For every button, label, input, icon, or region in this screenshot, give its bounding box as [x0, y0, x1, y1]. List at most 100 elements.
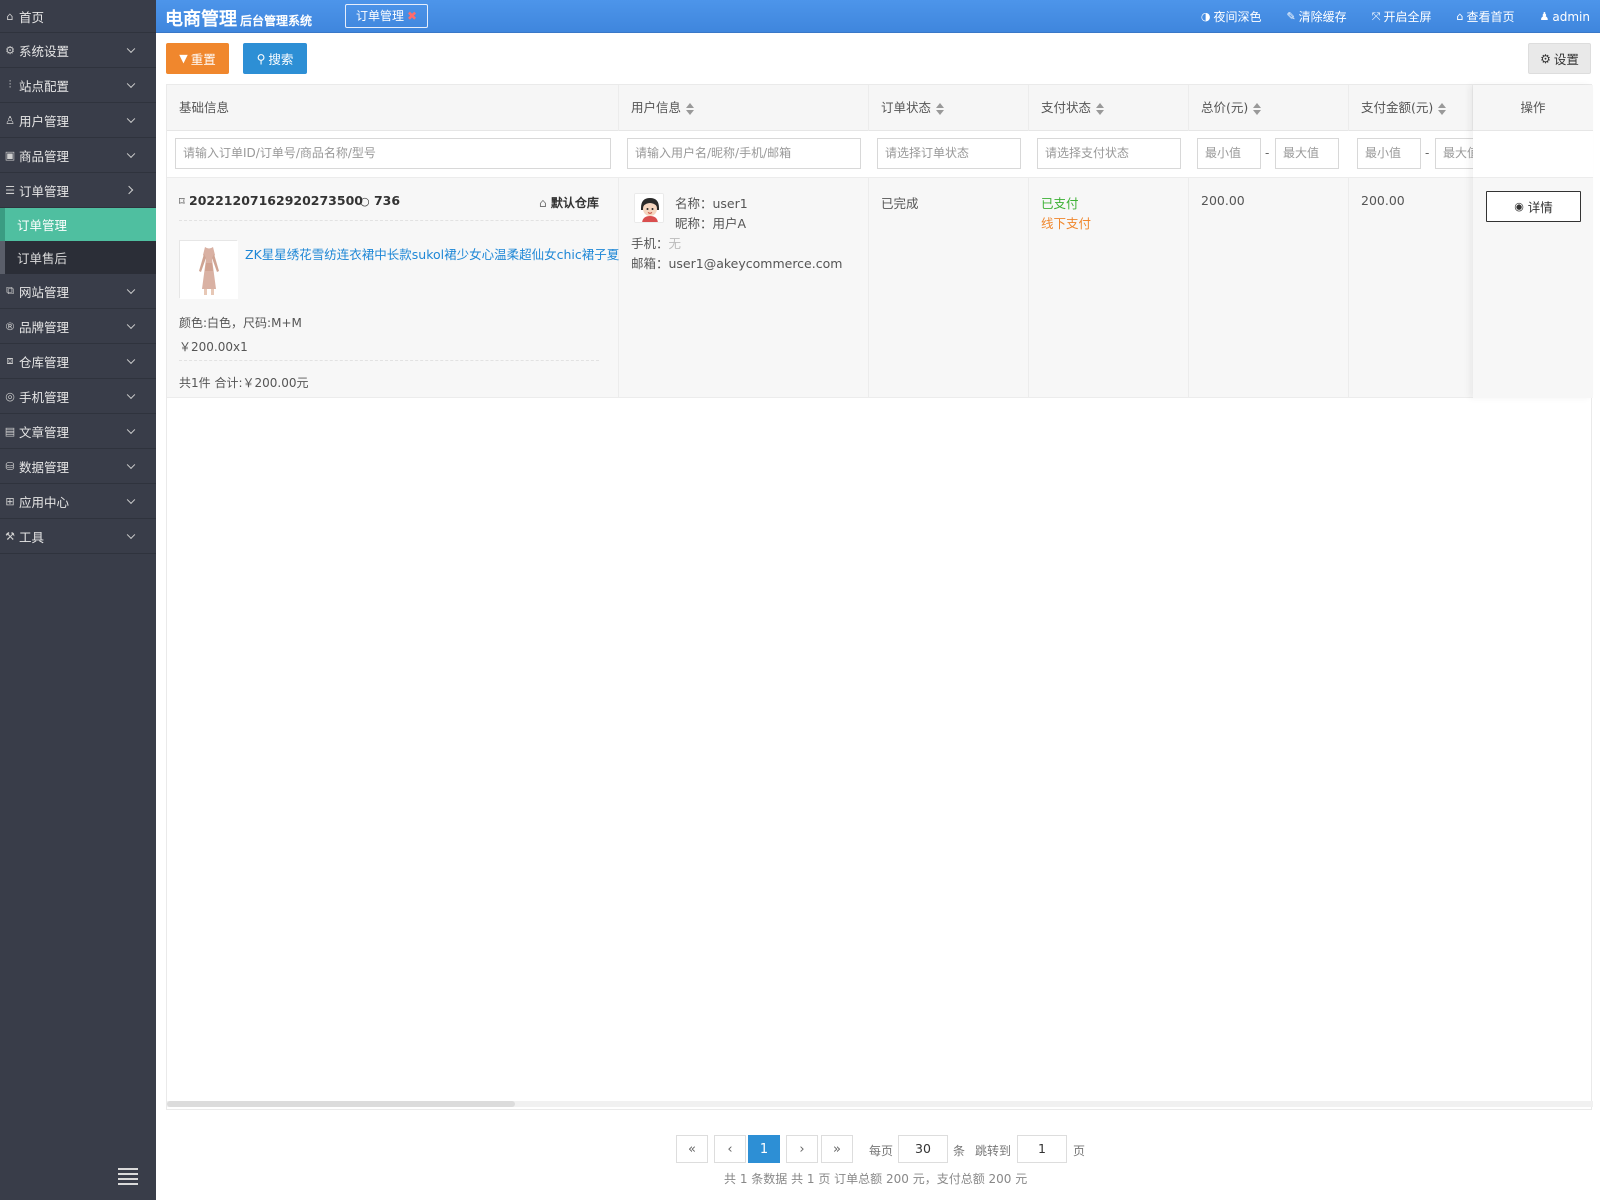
sidebar-item-tools[interactable]: ⚒ 工具 [0, 519, 156, 554]
sidebar-item-label: 网站管理 [19, 284, 70, 300]
prev-page-button[interactable]: ‹ [714, 1135, 746, 1163]
first-page-button[interactable]: « [676, 1135, 708, 1163]
pay-amount-min-input[interactable]: 最小值 [1357, 138, 1421, 169]
warehouse-icon: ⌂ [539, 196, 547, 210]
sidebar-item-data[interactable]: ⛁ 数据管理 [0, 449, 156, 484]
user-nickname: 昵称：用户A [675, 216, 747, 231]
clear-cache-button[interactable]: ✎ 清除缓存 [1286, 8, 1346, 25]
reset-button[interactable]: ▼ 重置 [166, 43, 229, 74]
pay-amount-max-input[interactable]: 最大值 [1435, 138, 1475, 169]
detail-button[interactable]: ◉ 详情 [1486, 191, 1581, 222]
user-info-search-input[interactable]: 请输入用户名/昵称/手机/邮箱 [627, 138, 861, 169]
sort-icon[interactable] [1096, 102, 1105, 115]
chevron-down-icon [126, 495, 136, 505]
scrollbar-thumb[interactable] [167, 1101, 515, 1107]
tools-icon: ⚒ [5, 529, 15, 543]
home-icon: ⌂ [1456, 10, 1464, 23]
search-button[interactable]: ⚲ 搜索 [243, 43, 307, 74]
pay-status: 已支付 [1041, 196, 1079, 211]
next-page-button[interactable]: › [786, 1135, 818, 1163]
table-header: 基础信息 用户信息 订单状态 支付状态 总价(元) 支付金额(元) [167, 85, 1593, 131]
product-thumbnail[interactable] [179, 240, 238, 299]
table-row: ⌑ 20221207162920273500 ○ 736 ⌂ 默认仓库 ZK星星… [167, 178, 1593, 398]
chevron-down-icon [126, 44, 136, 54]
product-price: ￥200.00x1 [179, 340, 248, 354]
sidebar-item-label: 用户管理 [19, 113, 70, 129]
sidebar-item-mobile[interactable]: ◎ 手机管理 [0, 379, 156, 414]
pay-amount: 200.00 [1361, 193, 1405, 208]
range-dash: - [1425, 146, 1430, 160]
sidebar-item-system-settings[interactable]: ⚙ 系统设置 [0, 33, 156, 68]
sidebar-item-home[interactable]: ⌂ 首页 [0, 0, 156, 33]
phone-label: 手机： [631, 236, 669, 251]
filter-row: 请输入订单ID/订单号/商品名称/型号 请输入用户名/昵称/手机/邮箱 请选择订… [167, 131, 1593, 178]
sidebar-item-orders[interactable]: ☰ 订单管理 [0, 173, 156, 208]
user-icon: ♟ [1539, 10, 1550, 23]
order-number: ⌑ 20221207162920273500 [179, 193, 363, 208]
sidebar-item-app-center[interactable]: ⊞ 应用中心 [0, 484, 156, 519]
sort-icon[interactable] [686, 102, 695, 115]
user-name: 名称：user1 [675, 196, 748, 211]
column-header-order-status[interactable]: 订单状态 [869, 85, 1029, 131]
sidebar-item-products[interactable]: ▣ 商品管理 [0, 138, 156, 173]
sidebar-subitem-order-management[interactable]: 订单管理 [0, 208, 156, 241]
column-header-pay-amount[interactable]: 支付金额(元) [1349, 85, 1473, 131]
sidebar-item-warehouse[interactable]: ⧈ 仓库管理 [0, 344, 156, 379]
fullscreen-button[interactable]: ⤧ 开启全屏 [1372, 8, 1432, 25]
document-icon: ▤ [4, 424, 16, 438]
close-icon[interactable]: ✖ [407, 9, 417, 23]
sidebar-subitem-after-sales[interactable]: 订单售后 [0, 241, 156, 274]
chevron-down-icon [126, 425, 136, 435]
total-price-min-input[interactable]: 最小值 [1197, 138, 1261, 169]
user-avatar-image [635, 194, 663, 222]
chevron-down-icon [126, 355, 136, 365]
page-1-button[interactable]: 1 [748, 1135, 780, 1163]
column-label: 基础信息 [179, 100, 230, 115]
basic-info-search-input[interactable]: 请输入订单ID/订单号/商品名称/型号 [175, 138, 611, 169]
order-status-select[interactable]: 请选择订单状态 [877, 138, 1021, 169]
night-mode-button[interactable]: ◑ 夜间深色 [1201, 8, 1262, 25]
jump-page-input[interactable]: 1 [1017, 1135, 1067, 1163]
registered-icon: ® [4, 319, 16, 333]
nav-label: admin [1552, 9, 1590, 24]
tab-label: 订单管理 [356, 9, 405, 23]
sidebar-item-users[interactable]: ♙ 用户管理 [0, 103, 156, 138]
column-header-total-price[interactable]: 总价(元) [1189, 85, 1349, 131]
view-homepage-button[interactable]: ⌂ 查看首页 [1457, 8, 1515, 25]
detail-label: 详情 [1527, 200, 1553, 215]
sliders-icon: ⫶ [8, 78, 12, 91]
horizontal-scrollbar[interactable] [167, 1101, 1593, 1107]
sidebar-item-brands[interactable]: ® 品牌管理 [0, 309, 156, 344]
circle-icon: ○ [360, 195, 370, 208]
sidebar-item-website[interactable]: ⧉ 网站管理 [0, 274, 156, 309]
tab-order-management[interactable]: 订单管理 ✖ [345, 4, 429, 28]
per-page-unit: 条 [953, 1144, 966, 1158]
pay-status-select[interactable]: 请选择支付状态 [1037, 138, 1181, 169]
last-page-button[interactable]: » [821, 1135, 853, 1163]
dress-image [180, 241, 238, 299]
per-page-input[interactable]: 30 [898, 1135, 948, 1163]
sidebar-item-label: 数据管理 [19, 459, 70, 475]
column-header-user-info[interactable]: 用户信息 [619, 85, 869, 131]
chevron-down-icon [126, 285, 136, 295]
column-header-pay-status[interactable]: 支付状态 [1029, 85, 1189, 131]
sidebar-item-site-config[interactable]: ⫶ 站点配置 [0, 68, 156, 103]
sidebar-item-label: 文章管理 [19, 424, 70, 440]
total-price-max-input[interactable]: 最大值 [1275, 138, 1339, 169]
chevron-down-icon [126, 530, 136, 540]
column-label: 用户信息 [631, 100, 682, 115]
brand-title: 电商管理 [165, 9, 237, 30]
product-name-link[interactable]: ZK星星绣花雪纺连衣裙中长款sukol裙少女心温柔超仙女chic裙子夏 [245, 244, 619, 263]
sort-icon[interactable] [1253, 102, 1262, 115]
sidebar-item-label: 订单管理 [19, 183, 70, 199]
sort-icon[interactable] [936, 102, 945, 115]
settings-button[interactable]: ⚙ 设置 [1528, 43, 1591, 74]
pay-method: 线下支付 [1041, 216, 1092, 231]
jump-unit: 页 [1073, 1144, 1086, 1158]
sidebar-item-articles[interactable]: ▤ 文章管理 [0, 414, 156, 449]
user-menu-button[interactable]: ♟ admin [1540, 10, 1590, 24]
sort-icon[interactable] [1438, 102, 1447, 115]
collapse-sidebar-icon[interactable] [118, 1168, 138, 1185]
brush-icon: ✎ [1286, 10, 1296, 23]
order-count-text: 736 [373, 193, 401, 208]
